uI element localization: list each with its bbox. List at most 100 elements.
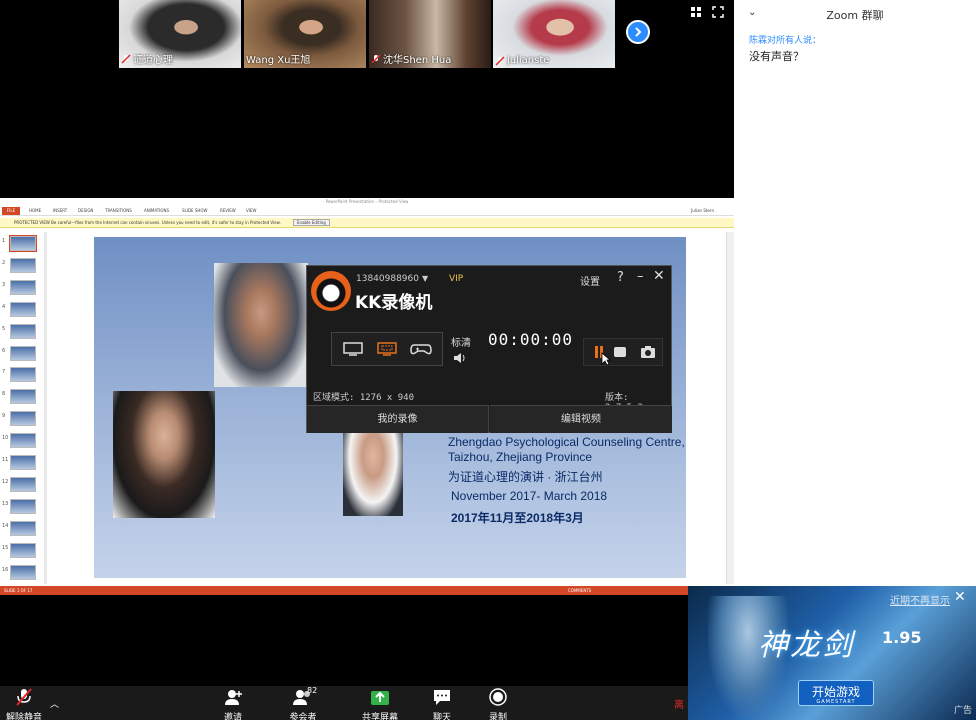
ppt-tab[interactable]: HOME [29, 208, 41, 213]
slide-thumbnail[interactable] [10, 389, 36, 405]
slide-thumbnail-number: 11 [2, 457, 9, 463]
slide-thumbnail-number: 7 [2, 369, 6, 376]
mic-muted-icon [371, 53, 381, 64]
mouse-cursor-icon [601, 352, 611, 366]
slide-thumbnail-number: 3 [2, 281, 6, 288]
slide-thumbnail[interactable] [10, 455, 36, 470]
slide-thumbnails: 1 2 3 4 5 6 7 8 9 10 11 12 13 14 15 16 [0, 232, 46, 584]
ppt-file-tab[interactable]: FILE [2, 207, 20, 215]
ppt-tab[interactable]: TRANSITIONS [105, 208, 132, 213]
slide-thumbnail-number: 15 [2, 544, 9, 551]
speaker-photo [113, 391, 215, 518]
ppt-tab[interactable]: DESIGN [78, 208, 93, 213]
my-recordings-button[interactable]: 我的录像 [307, 405, 489, 433]
ppt-tab[interactable]: REVIEW [220, 208, 236, 213]
edit-video-button[interactable]: 编辑视频 [490, 405, 672, 433]
add-user-icon [225, 690, 242, 705]
speaker-photo [214, 263, 308, 387]
chat-title: Zoom 群聊 [826, 9, 884, 22]
participants-label: 参会者 [289, 713, 317, 720]
enable-editing-button[interactable]: Enable Editing [293, 219, 330, 226]
account-dropdown-icon[interactable]: ▼ [422, 274, 428, 283]
slide-thumbnail-number: 4 [2, 303, 6, 310]
slide-counter: SLIDE 1 OF 17 [4, 588, 33, 593]
record-timer: 00:00:00 [488, 330, 574, 349]
share-screen-icon [371, 691, 389, 705]
ad-label: 广告 [953, 706, 972, 716]
protected-view-text: Be careful—files from the Internet can c… [51, 220, 281, 225]
slide-thumbnail[interactable] [10, 498, 36, 514]
slide-venue-line1: Zhengdao Psychological Counseling Centre… [448, 435, 685, 449]
participant-tile[interactable]: 沈华Shen Hua [369, 0, 491, 68]
record-button[interactable]: 录制 [474, 688, 522, 720]
stop-icon[interactable] [614, 347, 626, 357]
share-screen-label: 共享屏幕 [361, 713, 398, 720]
invite-button[interactable]: 邀请 [209, 688, 257, 720]
quality-select[interactable]: 标清 [451, 334, 471, 349]
chat-header: ⌄ Zoom 群聊 [734, 0, 976, 26]
audio-options-chevron-icon[interactable]: ︿ [50, 697, 59, 710]
vip-badge[interactable]: VIP [449, 274, 463, 284]
participants-button[interactable]: 82 参会者 [279, 686, 327, 720]
participant-tile[interactable]: Wang Xu王旭 [244, 0, 366, 68]
close-icon[interactable]: ✕ [653, 268, 665, 284]
gallery-view-icon[interactable] [690, 6, 702, 18]
slide-thumbnail[interactable] [10, 520, 36, 536]
slide-thumbnail[interactable] [10, 433, 36, 449]
chat-button[interactable]: 聊天 [418, 688, 466, 720]
slide-thumbnail[interactable] [10, 542, 36, 558]
comments-button[interactable]: COMMENTS [568, 586, 591, 595]
fullscreen-icon[interactable] [712, 6, 724, 18]
settings-button[interactable]: 设置 [580, 273, 600, 288]
fullscreen-mode-icon[interactable] [342, 341, 364, 357]
participant-count: 82 [307, 686, 318, 695]
slide-thumbnail-number: 10 [2, 435, 9, 442]
slide-thumbnail[interactable] [10, 476, 36, 492]
slide-text-venue: Zhengdao Psychological Counseling Centre… [448, 435, 685, 465]
help-icon[interactable]: ? [617, 270, 624, 285]
mic-muted-icon [16, 688, 32, 706]
slide-thumbnail[interactable] [10, 345, 36, 361]
game-mode-icon[interactable] [410, 341, 432, 357]
slide-thumbnail-number: 9 [2, 413, 6, 420]
slide-thumbnail[interactable] [10, 279, 36, 295]
slide-text-dates: November 2017- March 2018 [451, 489, 608, 503]
region-mode-icon[interactable] [376, 341, 398, 357]
ad-play-button[interactable]: 开始游戏 GAMESTART [798, 680, 874, 706]
ppt-tab[interactable]: ANIMATIONS [144, 208, 169, 213]
minimize-icon[interactable]: – [637, 269, 644, 284]
slide-thumbnail[interactable] [10, 257, 36, 273]
participant-name: Wang Xu王旭 [246, 55, 311, 66]
ppt-tab[interactable]: INSERT [53, 208, 67, 213]
ppt-ribbon-tabs: FILE HOME INSERT DESIGN TRANSITIONS ANIM… [0, 206, 734, 216]
unmute-button[interactable]: 解除静音 [0, 688, 48, 720]
volume-icon[interactable] [453, 352, 467, 364]
ad-game-title: 神龙剑 [758, 628, 854, 663]
thumbnail-scrollbar[interactable] [44, 232, 47, 584]
participant-tile[interactable]: 证道心理 [119, 0, 241, 68]
slide-thumbnail[interactable] [10, 301, 36, 317]
leave-meeting-button[interactable]: 离 [674, 696, 684, 711]
camera-icon[interactable] [640, 345, 656, 359]
ppt-user-name: Julian Stern [691, 208, 714, 213]
next-page-button[interactable] [626, 20, 650, 44]
ad-dismiss-link[interactable]: 近期不再显示 [890, 592, 950, 607]
slide-thumbnail[interactable] [10, 367, 36, 383]
account-phone[interactable]: 13840988960 [356, 274, 419, 284]
close-icon[interactable]: ✕ [954, 589, 966, 605]
chat-message: 没有声音？ [749, 50, 804, 63]
slide-thumbnail[interactable] [10, 411, 36, 427]
editor-scrollbar[interactable] [726, 232, 734, 584]
record-label: 录制 [488, 713, 507, 720]
slide-thumbnail[interactable] [10, 564, 36, 580]
participant-tile-active[interactable]: julianste [493, 0, 615, 68]
slide-thumbnail[interactable] [9, 235, 37, 252]
ppt-tab[interactable]: SLIDE SHOW [182, 208, 207, 213]
share-screen-button[interactable]: 共享屏幕 [356, 688, 404, 720]
chat-label: 聊天 [432, 713, 451, 720]
game-advertisement[interactable]: 近期不再显示 ✕ 神龙剑 1.95 开始游戏 GAMESTART 广告 [688, 586, 976, 720]
slide-thumbnail[interactable] [10, 323, 36, 339]
ppt-title-bar: PowerPoint Presentation – Protected View [0, 198, 734, 206]
ppt-tab[interactable]: VIEW [246, 208, 256, 213]
slide-thumbnail-number: 12 [2, 478, 9, 485]
